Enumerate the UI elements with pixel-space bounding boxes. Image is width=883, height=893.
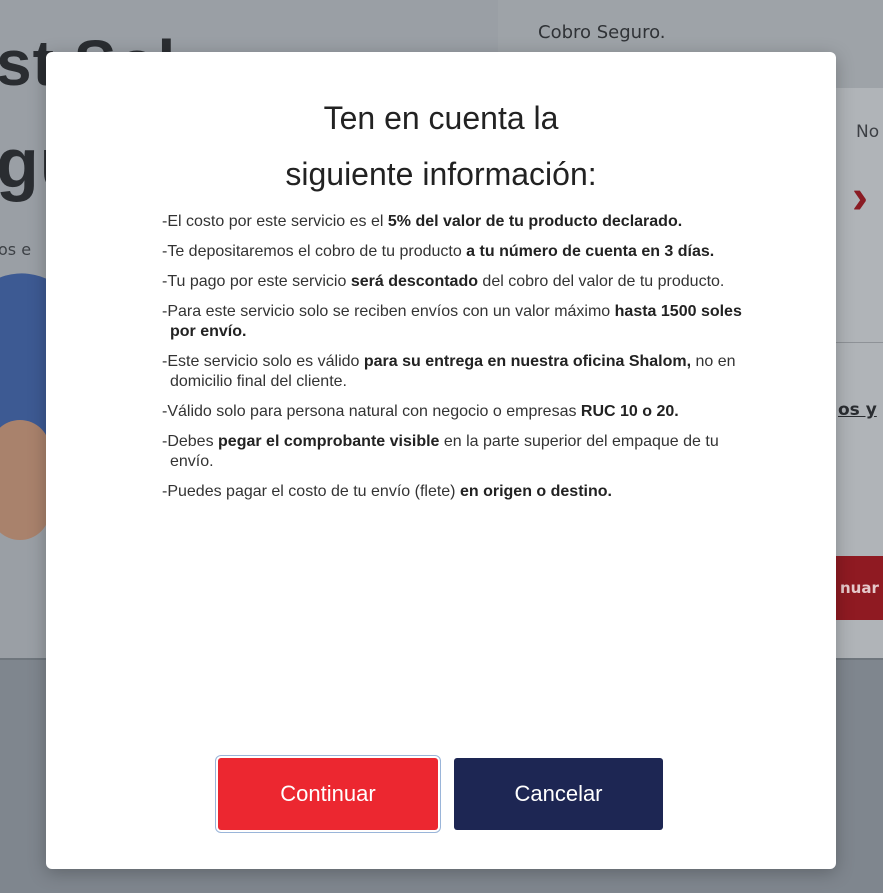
modal-title: Ten en cuenta la siguiente información: bbox=[46, 90, 836, 202]
terms-link: os y bbox=[838, 400, 877, 420]
info-item: -Válido solo para persona natural con ne… bbox=[162, 403, 679, 420]
cancel-button[interactable]: Cancelar bbox=[454, 758, 663, 830]
info-item: -Tu pago por este servicio será desconta… bbox=[162, 273, 725, 290]
secure-collection-label: Cobro Seguro. bbox=[538, 22, 666, 43]
right-panel-label: No bbox=[856, 122, 880, 142]
info-list: -El costo por este servicio es el 5% del… bbox=[162, 212, 742, 512]
info-item: -Para este servicio solo se reciben enví… bbox=[162, 303, 742, 340]
info-modal: Ten en cuenta la siguiente información: … bbox=[46, 52, 836, 869]
info-item: -El costo por este servicio es el 5% del… bbox=[162, 213, 683, 230]
hero-subtext: os e bbox=[0, 240, 32, 259]
info-item: -Te depositaremos el cobro de tu product… bbox=[162, 243, 715, 260]
modal-title-line2: siguiente información: bbox=[285, 156, 597, 192]
chevron-right-icon: › bbox=[852, 171, 868, 224]
info-item: -Puedes pagar el costo de tu envío (flet… bbox=[162, 483, 612, 500]
hero-illustration-hand bbox=[0, 420, 50, 540]
background-continue-button: nuar bbox=[836, 556, 883, 620]
continue-button[interactable]: Continuar bbox=[218, 758, 438, 830]
info-item: -Debes pegar el comprobante visible en l… bbox=[162, 433, 719, 470]
right-panel-divider bbox=[836, 342, 883, 343]
info-item: -Este servicio solo es válido para su en… bbox=[162, 353, 736, 390]
modal-title-line1: Ten en cuenta la bbox=[323, 100, 559, 136]
